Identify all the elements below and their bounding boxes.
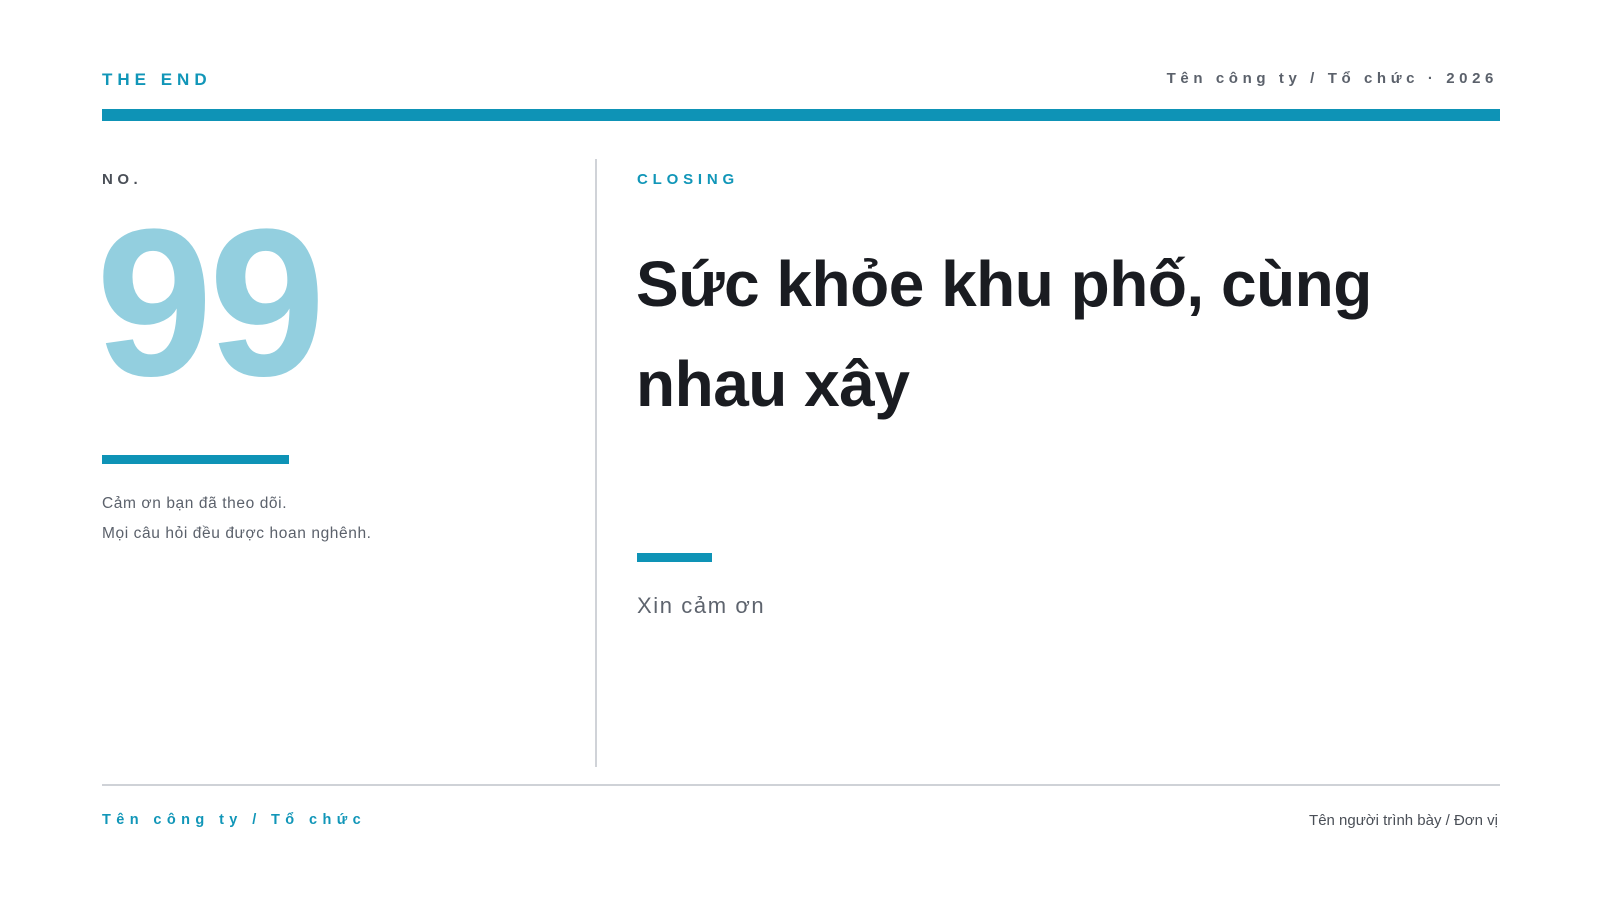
- number-accent-bar: [102, 455, 289, 464]
- questions-text-line: Mọi câu hỏi đều được hoan nghênh.: [102, 525, 372, 542]
- footer-rule: [102, 784, 1500, 786]
- thanks-text-line: Cảm ơn bạn đã theo dõi.: [102, 495, 288, 512]
- footer-presenter: Tên người trình bày / Đơn vị: [1309, 812, 1498, 829]
- slide-title: Sức khỏe khu phố, cùng nhau xây: [636, 248, 1372, 420]
- title-accent-bar: [637, 553, 712, 562]
- footer-organization: Tên công ty / Tổ chức: [102, 812, 367, 828]
- header-accent-rule: [102, 109, 1500, 121]
- section-label: CLOSING: [637, 171, 739, 188]
- slide-number: 99: [96, 185, 326, 420]
- header-label: THE END: [102, 70, 212, 89]
- column-divider: [595, 159, 597, 767]
- slide-subtitle: Xin cảm ơn: [637, 593, 766, 618]
- header-company-year: Tên công ty / Tổ chức · 2026: [1166, 70, 1498, 87]
